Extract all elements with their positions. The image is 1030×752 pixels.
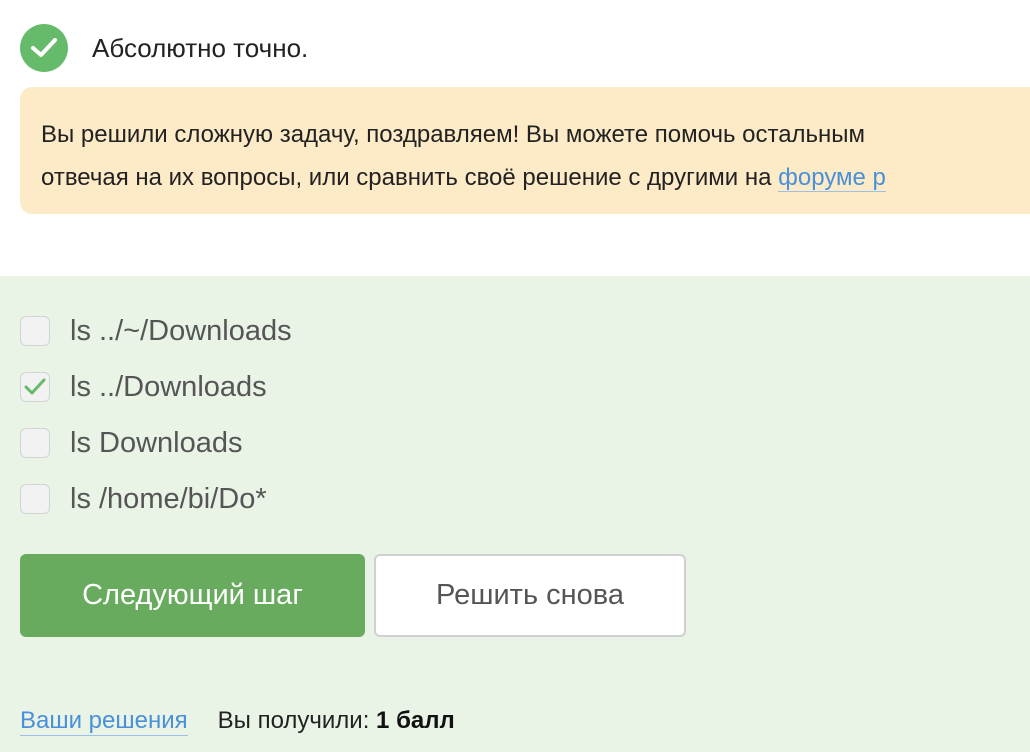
action-buttons: Следующий шаг Решить снова (20, 554, 686, 637)
banner-line-1: Вы решили сложную задачу, поздравляем! В… (41, 121, 866, 148)
banner-line-2-text: отвечая на их вопросы, или сравнить своё… (41, 164, 779, 191)
answer-option[interactable]: ls /home/bi/Do* (20, 482, 267, 516)
check-circle-icon (20, 24, 68, 72)
score-value: 1 балл (376, 707, 455, 734)
status-message: Абсолютно точно. (92, 32, 309, 63)
solve-again-button[interactable]: Решить снова (374, 554, 686, 637)
checkbox[interactable] (20, 428, 50, 458)
your-solutions-link[interactable]: Ваши решения (20, 707, 188, 736)
option-label: ls Downloads (70, 426, 243, 459)
congrats-banner: Вы решили сложную задачу, поздравляем! В… (20, 87, 1030, 214)
option-label: ls ../Downloads (70, 370, 267, 403)
checkbox-checked[interactable] (20, 372, 50, 402)
answer-option[interactable]: ls ../Downloads (20, 370, 267, 404)
step-feedback-page: Абсолютно точно. Вы решили сложную задач… (0, 0, 1030, 752)
option-label: ls ../~/Downloads (70, 314, 292, 347)
checkmark-icon (24, 378, 46, 395)
submission-footer: Ваши решения Вы получили: 1 балл (20, 704, 455, 738)
answer-option[interactable]: ls ../~/Downloads (20, 314, 292, 348)
banner-line-2: отвечая на их вопросы, или сравнить своё… (41, 156, 1030, 199)
next-step-button[interactable]: Следующий шаг (20, 554, 365, 637)
status-row: Абсолютно точно. (20, 24, 308, 72)
forum-link[interactable]: форуме р (778, 164, 886, 192)
option-label: ls /home/bi/Do* (70, 482, 267, 515)
checkbox[interactable] (20, 316, 50, 346)
answer-option[interactable]: ls Downloads (20, 426, 242, 460)
score-text: Вы получили: 1 балл (218, 707, 455, 735)
score-prefix: Вы получили: (217, 707, 377, 734)
checkbox[interactable] (20, 484, 50, 514)
